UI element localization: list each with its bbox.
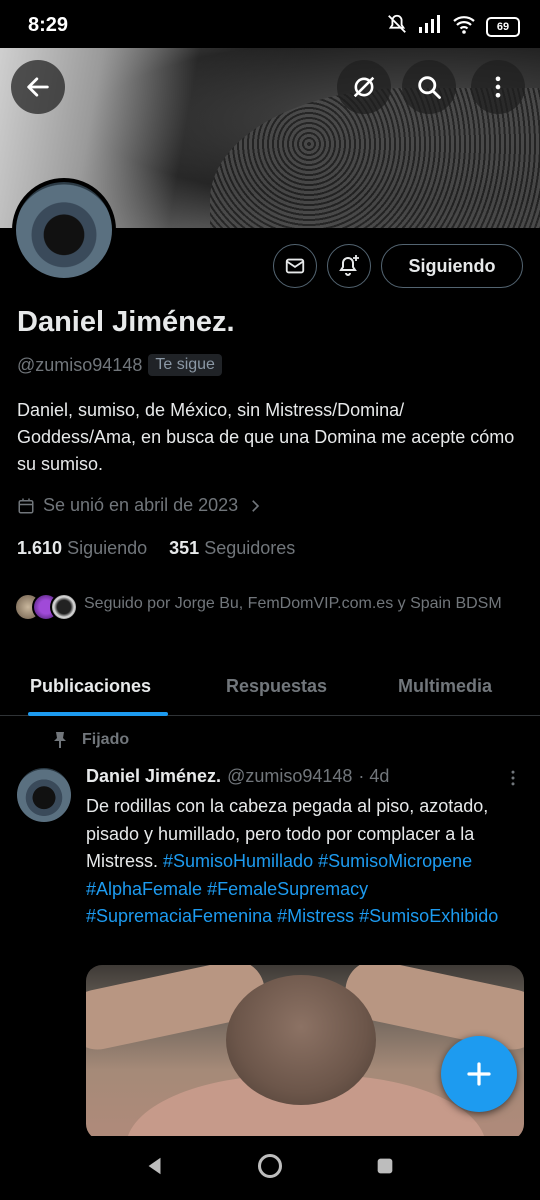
followed-by-avatars[interactable] <box>14 593 78 621</box>
following-count: 1.610 <box>17 538 63 558</box>
display-name: Daniel Jiménez. <box>17 306 235 338</box>
wifi-icon <box>452 14 476 39</box>
search-icon <box>418 76 441 99</box>
grok-button[interactable] <box>337 60 391 114</box>
follows-you-badge: Te sigue <box>148 354 222 376</box>
followers-label: Seguidores <box>204 538 296 558</box>
grok-icon <box>353 76 375 98</box>
tab-publicaciones[interactable]: Publicaciones <box>30 676 151 697</box>
tab-respuestas[interactable]: Respuestas <box>226 676 327 697</box>
compose-button[interactable] <box>441 1036 517 1112</box>
system-nav-bar <box>0 1136 540 1200</box>
message-button[interactable] <box>273 244 317 288</box>
following-stat[interactable]: 1.610 Siguiendo <box>17 538 147 559</box>
following-label: Siguiendo <box>67 538 148 558</box>
status-icons: 69 <box>386 13 520 40</box>
back-button[interactable] <box>11 60 65 114</box>
joined-text: Se unió en abril de 2023 <box>43 495 239 515</box>
plus-icon <box>467 1062 491 1086</box>
bell-plus-icon <box>339 255 359 276</box>
joined-date[interactable]: Se unió en abril de 2023 <box>17 495 264 516</box>
tweet-more-button[interactable] <box>503 768 523 793</box>
handle-row: @zumiso94148 Te sigue <box>17 354 222 376</box>
followers-count: 351 <box>169 538 200 558</box>
hashtag-link[interactable]: #Mistress <box>277 906 354 926</box>
nav-recents-button[interactable] <box>374 1155 396 1182</box>
hashtag-link[interactable]: #SumisoExhibido <box>359 906 498 926</box>
active-tab-indicator <box>28 712 168 716</box>
hashtag-link[interactable]: #SumisoMicropene <box>318 851 472 871</box>
tweet-time: · 4d <box>358 766 390 786</box>
hashtag-link[interactable]: #FemaleSupremacy <box>207 879 368 899</box>
pinned-label: Fijado <box>52 731 129 749</box>
hashtag-link[interactable]: #SupremaciaFemenina <box>86 906 272 926</box>
notifications-button[interactable] <box>327 244 371 288</box>
chevron-right-icon <box>252 499 260 512</box>
profile-stats: 1.610 Siguiendo 351 Seguidores <box>17 538 295 559</box>
search-button[interactable] <box>402 60 456 114</box>
nav-home-button[interactable] <box>256 1152 284 1185</box>
pinned-text: Fijado <box>82 731 130 748</box>
arrow-left-icon <box>27 77 49 97</box>
more-vertical-icon <box>511 770 515 786</box>
tweet-line: De rodillas con la cabeza pegada al piso… <box>86 796 415 816</box>
hashtag-link[interactable]: #AlphaFemale <box>86 879 202 899</box>
tweet-author-name[interactable]: Daniel Jiménez. <box>86 766 221 787</box>
tweet-author-handle: @zumiso94148 <box>227 766 353 786</box>
mail-icon <box>285 258 305 274</box>
battery-icon: 69 <box>486 16 520 37</box>
profile-bio: Daniel, sumiso, de México, sin Mistress/… <box>17 400 515 474</box>
tweet-header: Daniel Jiménez. @zumiso94148 · 4d <box>86 766 389 787</box>
status-bar: 8:29 69 <box>0 0 540 48</box>
triangle-back-icon <box>148 1157 161 1174</box>
pin-icon <box>54 732 66 748</box>
circle-home-icon <box>257 1153 283 1178</box>
square-recents-icon <box>377 1158 393 1173</box>
mute-icon <box>386 13 408 40</box>
more-vertical-icon <box>495 76 501 98</box>
user-handle: @zumiso94148 <box>17 354 143 375</box>
profile-avatar[interactable] <box>12 178 116 282</box>
followed-by-text[interactable]: Seguido por Jorge Bu, FemDomVIP.com.es y… <box>84 592 514 616</box>
calendar-icon <box>18 498 34 513</box>
followers-stat[interactable]: 351 Seguidores <box>169 538 295 559</box>
avatar <box>50 593 78 621</box>
nav-back-button[interactable] <box>144 1155 166 1182</box>
tweet-text: De rodillas con la cabeza pegada al piso… <box>86 793 516 931</box>
tweet-avatar[interactable] <box>17 768 71 822</box>
more-options-button[interactable] <box>471 60 525 114</box>
signal-icon <box>418 15 442 38</box>
profile-tabs: Publicaciones Respuestas Multimedia <box>0 660 540 716</box>
tab-multimedia[interactable]: Multimedia <box>398 676 492 697</box>
hashtag-link[interactable]: #SumisoHumillado <box>163 851 313 871</box>
following-button[interactable]: Siguiendo <box>381 244 523 288</box>
status-time: 8:29 <box>28 14 69 36</box>
media-shape <box>226 975 376 1105</box>
